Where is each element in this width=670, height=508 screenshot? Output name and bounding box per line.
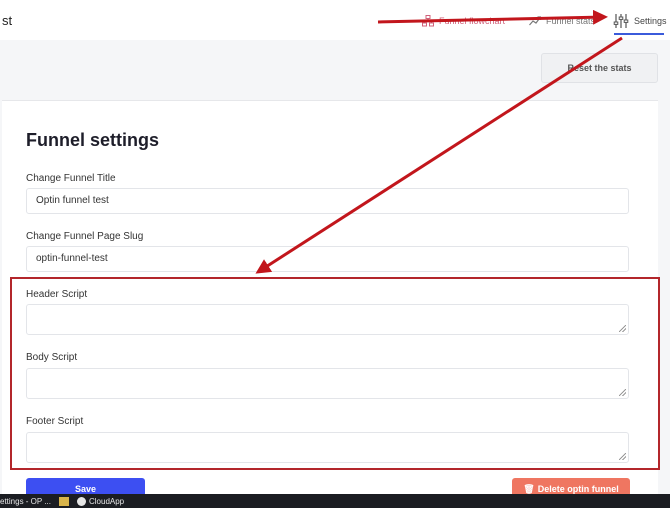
taskbar-item-cloudapp[interactable]: CloudApp xyxy=(76,496,125,506)
taskbar-item-settings-label: ettings - OP ... xyxy=(0,496,51,506)
cloudapp-icon xyxy=(76,496,86,506)
top-navigation: st Funnel flowchart Funnel stats Setting… xyxy=(0,0,670,40)
tab-funnel-flowchart-label: Funnel flowchart xyxy=(439,16,506,26)
page-title: Funnel settings xyxy=(26,130,160,150)
taskbar-item-settings[interactable]: ettings - OP ... xyxy=(0,497,51,506)
flowchart-icon xyxy=(422,15,434,27)
app-title: st xyxy=(2,13,13,28)
tab-funnel-stats-label: Funnel stats xyxy=(546,16,596,26)
tab-funnel-stats[interactable]: Funnel stats xyxy=(529,10,595,32)
taskbar-item-cloudapp-label: CloudApp xyxy=(88,496,125,506)
folder-icon xyxy=(58,496,69,506)
active-tab-indicator xyxy=(614,33,664,35)
sliders-icon xyxy=(613,13,629,29)
trash-icon: 🗑 xyxy=(523,483,535,494)
taskbar-item-explorer[interactable] xyxy=(58,496,69,506)
tab-funnel-flowchart[interactable]: Funnel flowchart xyxy=(422,10,505,32)
funnel-title-input[interactable]: Optin funnel test xyxy=(26,188,629,214)
scripts-highlight-box xyxy=(10,277,660,470)
reset-stats-button[interactable]: Reset the stats xyxy=(541,53,658,83)
os-taskbar: ettings - OP ... CloudApp xyxy=(0,494,670,508)
chart-icon xyxy=(529,15,541,27)
slug-label: Change Funnel Page Slug xyxy=(26,231,144,242)
delete-funnel-label: Delete optin funnel xyxy=(537,484,619,494)
funnel-title-label: Change Funnel Title xyxy=(26,173,116,184)
tab-settings[interactable]: Settings xyxy=(613,10,667,32)
tab-settings-label: Settings xyxy=(634,16,667,26)
slug-input[interactable]: optin-funnel-test xyxy=(26,246,629,272)
